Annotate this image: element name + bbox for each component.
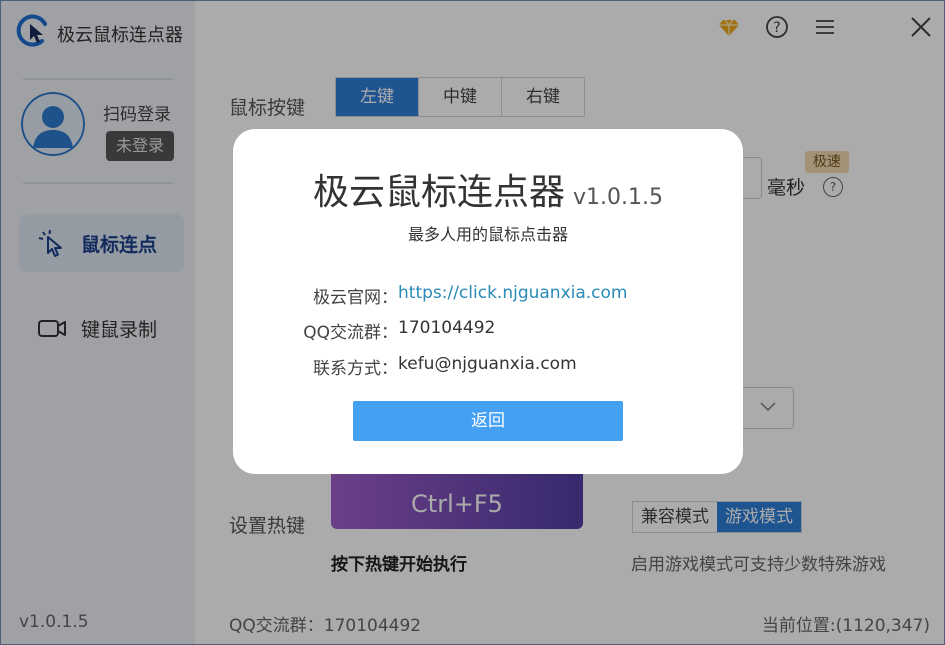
back-button[interactable]: 返回: [353, 401, 623, 441]
website-link[interactable]: https://click.njguanxia.com: [398, 283, 628, 303]
dialog-subtitle: 最多人用的鼠标点击器: [407, 225, 568, 244]
dialog-title: 极云鼠标连点器 v1.0.1.5: [233, 163, 743, 215]
contact-key: 联系方式：: [313, 359, 398, 379]
dialog-app-name: 极云鼠标连点器: [312, 172, 565, 213]
contact-value: kefu@njguanxia.com: [398, 354, 577, 374]
qq-value: 170104492: [398, 318, 496, 338]
about-dialog: 极云鼠标连点器 v1.0.1.5 最多人用的鼠标点击器 极云官网： https:/…: [233, 129, 743, 474]
dialog-version: v1.0.1.5: [573, 185, 663, 210]
qq-key: QQ交流群：: [303, 323, 398, 343]
website-key: 极云官网：: [313, 288, 398, 308]
